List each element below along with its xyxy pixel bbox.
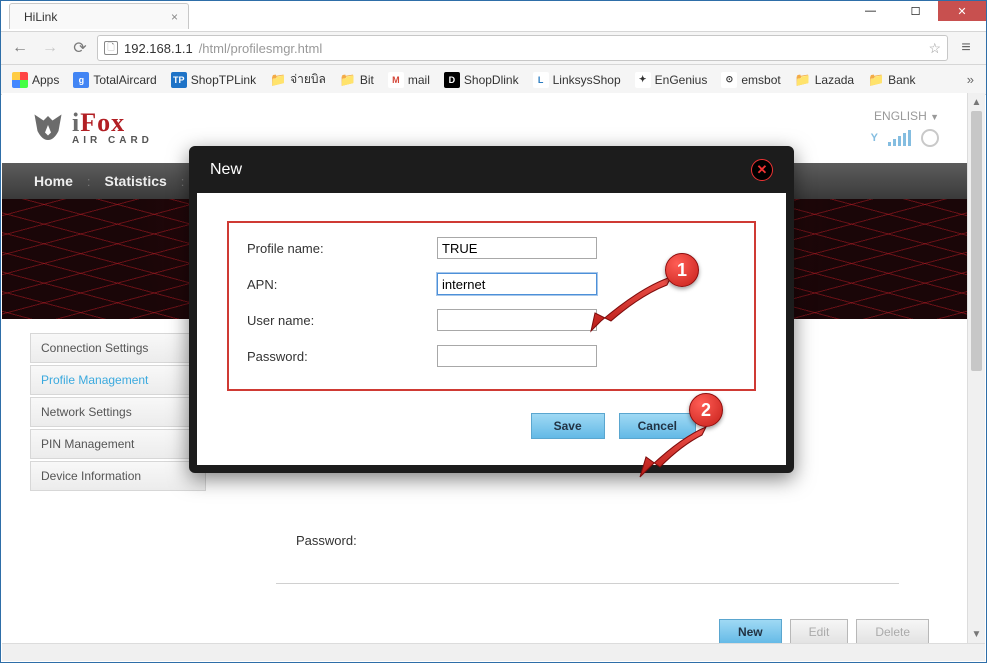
bookmark-label: Bank [888,73,915,87]
bookmark-item[interactable]: 📁 Lazada [790,67,859,92]
scroll-down-icon[interactable]: ▼ [968,625,985,643]
password-label: Password: [247,349,437,364]
favicon: g [73,72,89,88]
bookmark-item[interactable]: ✦ EnGenius [630,67,713,92]
window-close-button[interactable]: ✕ [938,1,986,21]
horizontal-scrollbar[interactable] [2,643,985,661]
username-label: User name: [247,313,437,328]
bookmark-label: จ่ายบิล [290,70,326,89]
favicon: ⊙ [721,72,737,88]
logo-text-fox: Fox [80,108,125,137]
bookmark-label: ShopDlink [464,73,519,87]
brand-logo: iFox AIR CARD [30,110,153,146]
sidebar-item[interactable]: Network Settings [30,397,206,427]
folder-icon: 📁 [270,72,286,88]
signal-icon [888,130,911,146]
bookmark-item[interactable]: 📁 Bit [335,67,379,92]
nav-item-statistics[interactable]: Statistics [91,163,181,199]
password-input[interactable] [437,345,597,367]
bookmark-item[interactable]: D ShopDlink [439,67,524,92]
url-path: /html/profilesmgr.html [199,41,323,56]
bookmark-item[interactable]: 📁จ่ายบิล [265,67,331,92]
bookmark-star-icon[interactable]: ☆ [928,40,941,57]
browser-tab-strip: HiLink × [1,1,846,29]
folder-icon: 📁 [868,72,884,88]
chevron-down-icon: ▼ [930,112,939,122]
vertical-scrollbar[interactable]: ▲ ▼ [967,93,985,643]
save-button[interactable]: Save [531,413,605,439]
annotation-badge-2: 2 [689,393,723,427]
apn-input[interactable] [437,273,597,295]
annotation-badge-1: 1 [665,253,699,287]
folder-icon: 📁 [795,72,811,88]
window-maximize-button[interactable]: ☐ [893,1,938,21]
bookmark-item[interactable]: Mmail [383,67,435,92]
scroll-up-icon[interactable]: ▲ [968,93,985,111]
page-icon: 🗋 [104,41,118,55]
bookmark-item[interactable]: g TotalAircard [68,67,161,92]
forward-button[interactable]: → [37,35,63,61]
bookmark-label: mail [408,73,430,87]
favicon: M [388,72,404,88]
profile-name-input[interactable] [437,237,597,259]
bookmark-item[interactable]: 📁 Bank [863,67,920,92]
sidebar-item[interactable]: PIN Management [30,429,206,459]
tab-close-icon[interactable]: × [171,10,178,24]
sidebar-item[interactable]: Device Information [30,461,206,491]
language-selector[interactable]: ENGLISH ▼ [871,109,939,123]
address-bar[interactable]: 🗋 192.168.1.1/html/profilesmgr.html ☆ [97,35,948,61]
bookmark-item[interactable]: L LinksysShop [528,67,626,92]
settings-sidebar: Connection SettingsProfile ManagementNet… [30,333,206,653]
browser-tab[interactable]: HiLink × [9,3,189,29]
background-password-label: Password: [296,533,357,548]
chrome-menu-button[interactable]: ≡ [952,35,980,61]
reload-button[interactable]: ⟳ [67,35,93,61]
browser-toolbar: ← → ⟳ 🗋 192.168.1.1/html/profilesmgr.htm… [1,31,986,65]
favicon: ✦ [635,72,651,88]
bookmark-label: TotalAircard [93,73,156,87]
favicon: D [444,72,460,88]
dialog-title: New [210,161,242,179]
network-type-icon: Y [871,132,878,144]
logo-subtitle: AIR CARD [72,136,153,146]
bookmark-label: emsbot [741,73,780,87]
sidebar-item[interactable]: Profile Management [30,365,206,395]
favicon: L [533,72,549,88]
bookmarks-overflow-icon[interactable]: » [961,72,980,87]
logo-text-i: i [72,108,80,137]
back-button[interactable]: ← [7,35,33,61]
favicon: TP [171,72,187,88]
url-host: 192.168.1.1 [124,41,193,56]
globe-icon [921,129,939,147]
bookmark-label: ShopTPLink [191,73,256,87]
annotation-arrow-2 [634,421,714,481]
bookmark-item[interactable]: TP ShopTPLink [166,67,261,92]
bookmark-label: Bit [360,73,374,87]
edit-button[interactable]: Edit [790,619,849,645]
apps-label: Apps [32,73,59,87]
scroll-thumb[interactable] [971,111,982,371]
bookmark-item[interactable]: ⊙ emsbot [716,67,785,92]
folder-icon: 📁 [340,72,356,88]
dialog-close-button[interactable]: ✕ [751,159,773,181]
bookmark-label: Lazada [815,73,854,87]
profile-name-label: Profile name: [247,241,437,256]
bookmarks-bar: Apps gTotalAircardTPShopTPLink📁จ่ายบิล📁B… [1,65,986,95]
apps-icon [12,72,28,88]
fox-icon [30,110,66,146]
apps-shortcut[interactable]: Apps [7,69,64,91]
nav-item-home[interactable]: Home [20,163,87,199]
new-button[interactable]: New [719,619,782,645]
delete-button[interactable]: Delete [856,619,929,645]
window-minimize-button[interactable]: — [848,1,893,21]
bookmark-label: EnGenius [655,73,708,87]
browser-tab-title: HiLink [24,10,163,24]
bookmark-label: LinksysShop [553,73,621,87]
apn-label: APN: [247,277,437,292]
username-input[interactable] [437,309,597,331]
sidebar-item[interactable]: Connection Settings [30,333,206,363]
